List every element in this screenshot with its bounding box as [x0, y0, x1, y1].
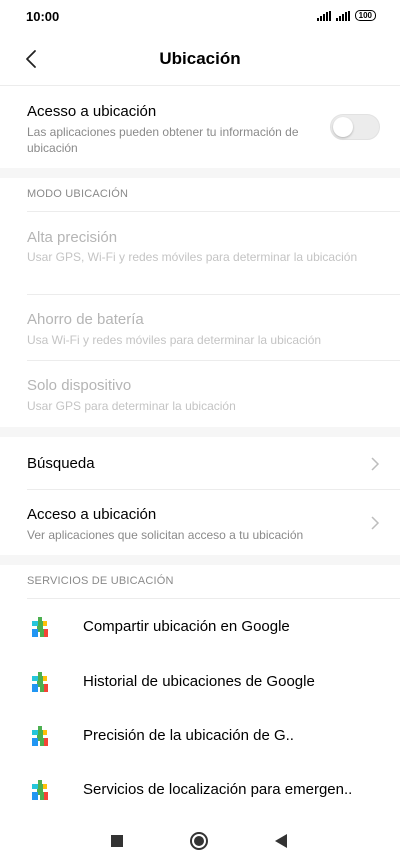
search-title: Búsqueda — [27, 455, 95, 472]
home-button[interactable] — [189, 831, 209, 851]
status-bar: 10:00 100 — [0, 0, 400, 34]
status-icons: 100 — [316, 10, 376, 21]
divider — [27, 598, 400, 599]
mode-battery-saving[interactable]: Ahorro de batería Usa Wi-Fi y redes móvi… — [0, 295, 400, 360]
recents-button[interactable] — [110, 834, 124, 848]
mode-section-header: MODO UBICACIÓN — [27, 188, 129, 200]
battery-level: 100 — [358, 11, 372, 20]
section-gap — [0, 168, 400, 178]
section-gap — [0, 427, 400, 437]
service-location-accuracy[interactable]: Precisión de la ubicación de G.. — [0, 709, 400, 763]
app-bar: Ubicación — [0, 34, 400, 86]
chevron-right-icon — [371, 516, 380, 530]
service-label: Precisión de la ubicación de G.. — [83, 727, 294, 744]
google-play-services-icon — [32, 780, 48, 800]
mode-high-accuracy[interactable]: Alta precisión Usar GPS, Wi-Fi y redes m… — [0, 212, 400, 294]
section-gap — [0, 555, 400, 565]
mode-device-only[interactable]: Solo dispositivo Usar GPS para determina… — [0, 361, 400, 427]
service-label: Servicios de localización para emergen.. — [83, 781, 353, 798]
google-play-services-icon — [32, 672, 48, 692]
navigation-bar — [0, 818, 400, 866]
signal-icon — [316, 10, 331, 21]
chevron-right-icon — [371, 457, 380, 471]
service-emergency-location[interactable]: Servicios de localización para emergen.. — [0, 763, 400, 817]
service-location-history[interactable]: Historial de ubicaciones de Google — [0, 655, 400, 709]
services-section-header: SERVICIOS DE UBICACIÓN — [27, 575, 174, 587]
nav-back-button[interactable] — [274, 833, 288, 849]
mode-subtitle: Usa Wi-Fi y redes móviles para determina… — [27, 333, 322, 347]
location-access-subtitle: Las aplicaciones pueden obtener tu infor… — [27, 125, 299, 155]
search-row[interactable]: Búsqueda — [0, 437, 400, 489]
mode-subtitle: Usar GPS, Wi-Fi y redes móviles para det… — [27, 250, 358, 264]
status-time: 10:00 — [26, 9, 60, 24]
service-label: Compartir ubicación en Google — [83, 618, 290, 635]
app-location-access-row[interactable]: Acceso a ubicación Ver aplicaciones que … — [0, 490, 400, 554]
mode-title: Ahorro de batería — [27, 311, 144, 328]
page-title: Ubicación — [159, 49, 241, 68]
app-access-title: Acceso a ubicación — [27, 506, 157, 523]
battery-icon: 100 — [354, 10, 376, 21]
google-play-services-icon — [32, 617, 48, 637]
location-access-title: Acesso a ubicación — [27, 103, 157, 120]
google-play-services-icon — [32, 726, 48, 746]
mode-title: Alta precisión — [27, 229, 118, 246]
location-access-row[interactable]: Acesso a ubicación Las aplicaciones pued… — [0, 87, 400, 167]
signal-icon — [335, 10, 350, 21]
app-access-subtitle: Ver aplicaciones que solicitan acceso a … — [27, 528, 304, 542]
service-share-location[interactable]: Compartir ubicación en Google — [0, 600, 400, 654]
location-access-toggle[interactable] — [330, 114, 380, 140]
toggle-knob — [333, 117, 353, 137]
mode-subtitle: Usar GPS para determinar la ubicación — [27, 399, 236, 413]
mode-title: Solo dispositivo — [27, 377, 132, 394]
service-label: Historial de ubicaciones de Google — [83, 673, 315, 690]
